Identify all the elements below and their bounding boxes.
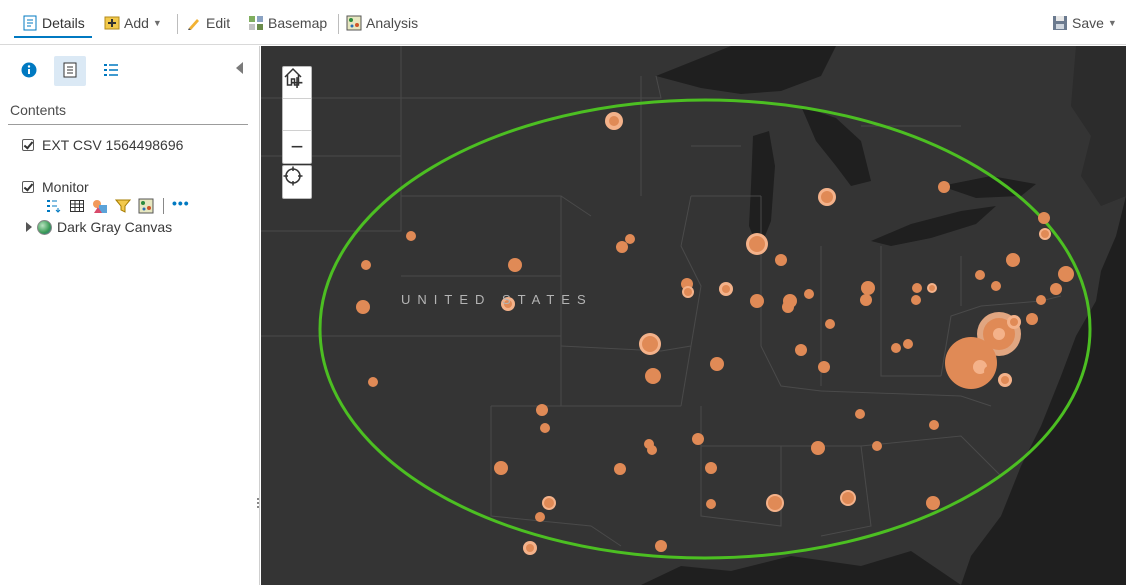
tools-divider [163, 198, 164, 214]
save-label: Save [1072, 15, 1104, 31]
top-toolbar: Details Add ▼ Edit Basemap Analysis Save… [0, 0, 1126, 45]
attribute-table-icon[interactable] [69, 198, 85, 214]
map-view[interactable]: UNITED STATES + − [261, 46, 1126, 585]
zoom-controls: + − [282, 66, 312, 164]
basemap-button[interactable]: Basemap [248, 12, 327, 34]
layer-name[interactable]: EXT CSV 1564498696 [42, 137, 183, 153]
contents-divider [8, 124, 248, 125]
layer-tools: ••• [46, 195, 190, 214]
minus-icon: − [290, 134, 304, 159]
info-icon [21, 62, 37, 81]
legend-icon [103, 62, 119, 81]
basemap-icon [248, 15, 264, 31]
default-extent-button[interactable] [283, 67, 311, 131]
panel-resize-handle[interactable] [256, 496, 260, 516]
toolbar-divider [338, 14, 339, 34]
globe-icon [37, 219, 52, 235]
more-options-icon[interactable]: ••• [172, 195, 190, 211]
save-button[interactable]: Save ▼ [1052, 12, 1117, 34]
layer-visibility-checkbox[interactable] [22, 139, 34, 151]
layer-item-ext-csv: EXT CSV 1564498696 [22, 137, 183, 153]
country-label: UNITED STATES [401, 292, 593, 307]
edit-label: Edit [206, 15, 231, 31]
layer-visibility-checkbox[interactable] [22, 181, 34, 193]
content-list-icon [62, 62, 78, 81]
add-icon [104, 15, 120, 31]
basemap-layer-item: Dark Gray Canvas [26, 219, 172, 235]
analysis-icon [346, 15, 362, 31]
filter-icon[interactable] [115, 198, 131, 214]
details-icon [22, 15, 38, 31]
layer-item-monitor: Monitor [22, 179, 89, 195]
locate-button[interactable] [283, 166, 311, 198]
toolbar-divider [177, 14, 178, 34]
edit-button[interactable]: Edit [186, 12, 230, 34]
pencil-icon [186, 15, 202, 31]
collapse-panel-icon[interactable] [236, 62, 243, 74]
zoom-out-button[interactable]: − [283, 131, 311, 163]
content-tab[interactable] [54, 56, 86, 86]
add-label: Add [124, 15, 149, 31]
layer-name[interactable]: Monitor [42, 179, 89, 195]
contents-panel: Contents EXT CSV 1564498696 Monitor ••• … [0, 46, 260, 585]
change-style-icon[interactable] [92, 198, 108, 214]
show-legend-icon[interactable] [46, 198, 62, 214]
analysis-label: Analysis [366, 15, 419, 31]
details-button[interactable]: Details [22, 12, 85, 34]
legend-tab[interactable] [95, 56, 127, 86]
analysis-button[interactable]: Analysis [346, 12, 418, 34]
add-button[interactable]: Add ▼ [104, 12, 162, 34]
basemap-layer-name[interactable]: Dark Gray Canvas [57, 219, 172, 235]
floppy-icon [1052, 15, 1068, 31]
chevron-down-icon: ▼ [1107, 18, 1117, 28]
basemap-canvas [261, 46, 1126, 585]
about-tab[interactable] [13, 56, 45, 86]
active-tab-indicator [14, 36, 92, 38]
panel-tabs [0, 46, 260, 94]
locate-control [282, 165, 312, 199]
chevron-down-icon: ▼ [152, 18, 162, 28]
expand-triangle-icon[interactable] [26, 222, 32, 232]
contents-title: Contents [10, 102, 67, 118]
perform-analysis-icon[interactable] [138, 198, 154, 214]
basemap-label: Basemap [268, 15, 328, 31]
details-label: Details [42, 15, 85, 31]
